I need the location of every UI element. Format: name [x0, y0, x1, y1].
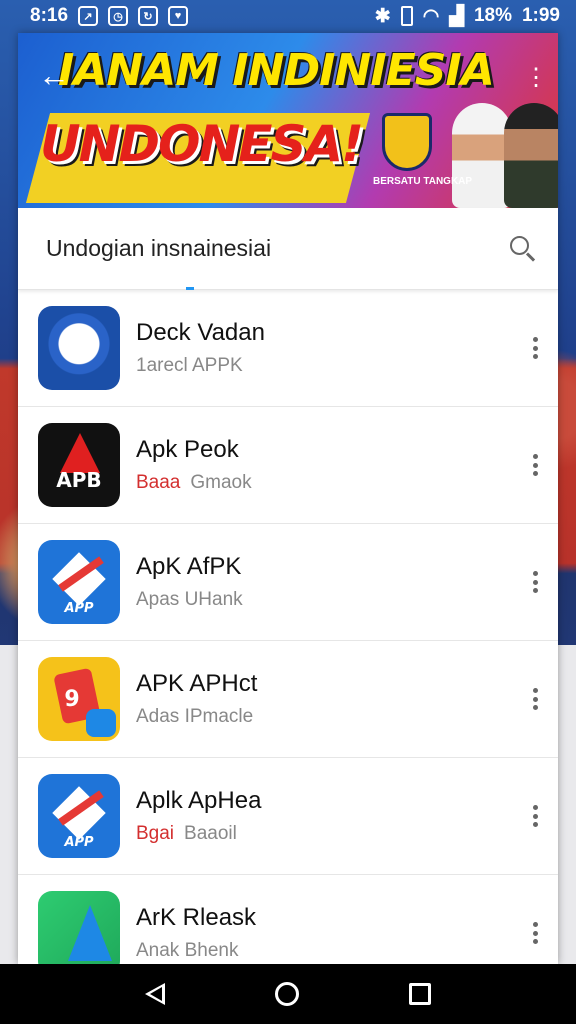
status-clock: 1:99	[521, 5, 560, 26]
vibrate-icon	[400, 6, 413, 26]
more-options-icon[interactable]	[532, 337, 538, 359]
app-subtitle: Apas UHank	[136, 589, 243, 610]
bluetooth-icon: ✱	[374, 5, 391, 27]
list-item[interactable]: 9 APK APHct Adas IPmacle	[18, 641, 558, 758]
banner-subheadline: UNDONESA!	[40, 115, 364, 173]
nav-home-icon[interactable]	[275, 982, 299, 1006]
more-options-icon[interactable]	[532, 922, 538, 944]
list-item[interactable]: ArK Rleask Anak Bhenk	[18, 875, 558, 964]
promo-banner[interactable]: IANAM INDINIESIA UNDONESA! BERSATU TANGK…	[18, 33, 558, 208]
wifi-icon: ◠	[422, 5, 440, 27]
apk-black-icon: APB	[38, 423, 120, 507]
nav-recents-icon[interactable]	[409, 983, 431, 1005]
app-subtitle: Bgai Baaoil	[136, 823, 237, 844]
back-arrow-icon[interactable]: ←	[38, 57, 70, 94]
more-options-icon[interactable]	[532, 454, 538, 476]
search-input[interactable]: Undogian insnainesiai	[46, 235, 271, 262]
apk-green-icon	[38, 891, 120, 964]
signal-icon: ▟	[449, 5, 464, 27]
blue-badge-icon	[38, 306, 120, 390]
app-subtitle: 1arecl APPK	[136, 355, 243, 376]
app-title: Aplk ApHea	[136, 787, 262, 814]
nav-back-icon[interactable]	[145, 983, 165, 1005]
apk-blue-icon: APP	[38, 540, 120, 624]
banner-caption: BERSATU TANGKAP	[373, 176, 473, 187]
search-bar[interactable]: Undogian insnainesiai	[18, 208, 558, 290]
more-options-icon[interactable]	[532, 688, 538, 710]
navigation-bar	[0, 964, 576, 1024]
list-item[interactable]: Deck Vadan 1arecl APPK	[18, 290, 558, 407]
list-item[interactable]: APP Aplk ApHea Bgai Baaoil	[18, 758, 558, 875]
list-item[interactable]: APB Apk Peok Baaa Gmaok	[18, 407, 558, 524]
officer-illustration	[504, 103, 558, 208]
search-icon[interactable]	[510, 235, 536, 262]
battery-percent: 18%	[473, 5, 512, 26]
status-bar: 8:16 ↗ ◷ ↻ ♥ ✱ ◠ ▟ 18% 1:99	[0, 0, 576, 32]
app-title: Apk Peok	[136, 436, 239, 463]
more-options-icon[interactable]	[532, 571, 538, 593]
apk-yellow-icon: 9	[38, 657, 120, 741]
notification-icon: ↗	[78, 6, 99, 26]
shield-notification-icon: ♥	[168, 6, 189, 26]
clock-notification-icon: ◷	[108, 6, 129, 26]
banner-more-icon[interactable]: ⋮	[524, 63, 548, 92]
app-title: ArK Rleask	[136, 904, 257, 931]
list-item[interactable]: APP ApK AfPK Apas UHank	[18, 524, 558, 641]
banner-headline: IANAM INDINIESIA	[58, 45, 495, 96]
emblem-icon	[382, 113, 432, 171]
app-subtitle: Anak Bhenk	[136, 940, 239, 961]
apk-blue-icon: APP	[38, 774, 120, 858]
app-list: Deck Vadan 1arecl APPK APB Apk Peok Baaa…	[18, 290, 558, 964]
app-title: APK APHct	[136, 670, 258, 697]
app-title: Deck Vadan	[136, 319, 265, 346]
app-subtitle: Adas IPmacle	[136, 706, 254, 727]
app-search-dialog: IANAM INDINIESIA UNDONESA! BERSATU TANGK…	[18, 33, 558, 964]
sync-icon: ↻	[138, 6, 159, 26]
person-illustration	[452, 103, 512, 208]
status-time: 8:16	[30, 5, 69, 26]
more-options-icon[interactable]	[532, 805, 538, 827]
app-subtitle: Baaa Gmaok	[136, 472, 252, 493]
app-title: ApK AfPK	[136, 553, 242, 580]
